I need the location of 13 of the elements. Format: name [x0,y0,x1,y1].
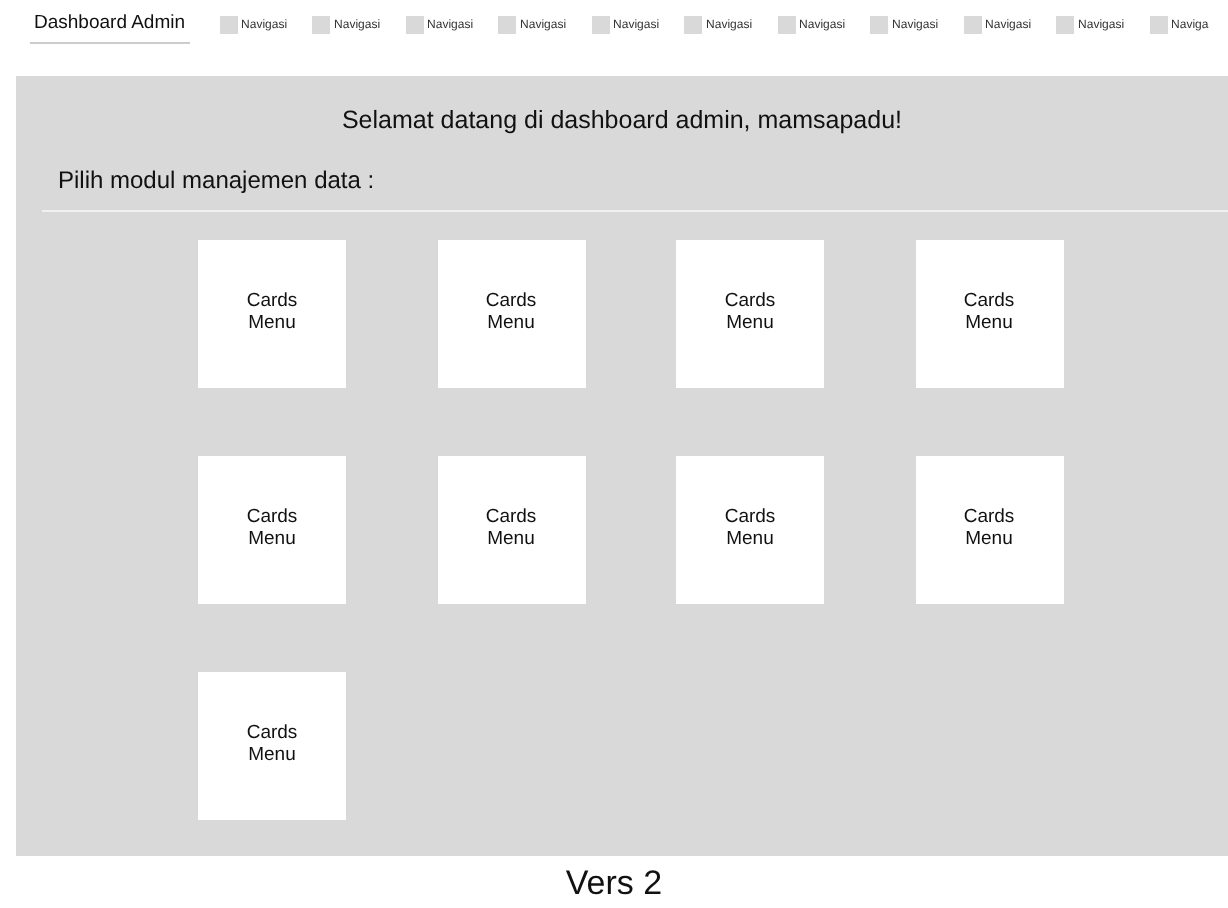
menu-card[interactable]: Cards Menu [676,240,824,388]
menu-card[interactable]: Cards Menu [437,240,585,388]
menu-card[interactable]: Cards Menu [198,240,346,388]
welcome-text: Selamat datang di dashboard admin, mamsapadu! [339,106,905,134]
version-text: Vers 2 [563,864,665,904]
menu-card[interactable]: Cards Menu [676,456,824,604]
menu-card[interactable]: Cards Menu [198,672,346,820]
prompt-text: Pilih modul manajemen data : [58,166,377,194]
menu-card[interactable]: Cards Menu [437,456,585,604]
menu-card[interactable]: Cards Menu [915,456,1063,604]
menu-card[interactable]: Cards Menu [915,240,1063,388]
menu-card[interactable]: Cards Menu [198,456,346,604]
app-title: Dashboard Admin [30,12,190,44]
